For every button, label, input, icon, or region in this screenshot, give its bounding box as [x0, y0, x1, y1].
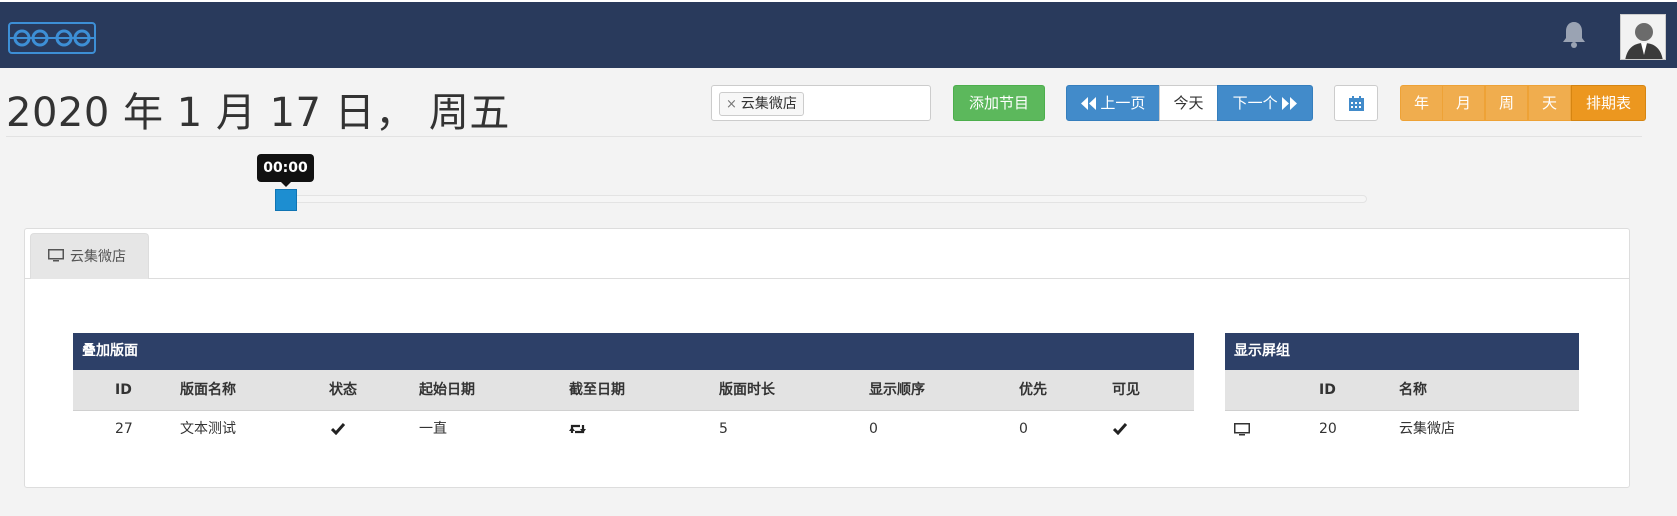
group-icon-cell [1234, 411, 1250, 447]
view-day-button[interactable]: 天 [1528, 85, 1571, 121]
column-header[interactable]: 可见 [1112, 370, 1140, 410]
display-groups-table-header: ID 名称 [1225, 370, 1579, 411]
page-title: 2020 年 1 月 17 日， 周五 [6, 90, 510, 136]
user-avatar[interactable] [1620, 14, 1666, 60]
group-name[interactable]: 云集微店 [1399, 411, 1455, 447]
visible-cell [1113, 411, 1127, 447]
header-divider [6, 136, 1642, 137]
remove-tag-button[interactable]: × [726, 97, 737, 112]
user-avatar-icon [1621, 15, 1665, 59]
layout-duration: 5 [719, 421, 728, 437]
to-date-cell [569, 411, 586, 447]
display-groups-table-title: 显示屏组 [1225, 333, 1579, 370]
display-order: 0 [869, 421, 878, 437]
view-week-button[interactable]: 周 [1485, 85, 1528, 121]
tab-display[interactable]: 云集微店 [30, 233, 149, 279]
xibo-logo[interactable] [8, 20, 96, 56]
view-schedule-button[interactable]: 排期表 [1571, 85, 1646, 121]
table-row[interactable]: 20 云集微店 [1225, 411, 1579, 447]
check-icon [331, 423, 345, 435]
table-row[interactable]: 27 文本测试 一直 5 0 0 [73, 411, 1194, 447]
bell-icon[interactable] [1561, 20, 1587, 48]
from-date: 一直 [419, 421, 447, 437]
time-slider-track[interactable] [275, 195, 1367, 203]
column-header[interactable]: 截至日期 [569, 370, 625, 410]
check-icon [1113, 423, 1127, 435]
double-left-arrow-icon [1080, 97, 1096, 110]
column-header[interactable]: 显示顺序 [869, 370, 925, 410]
top-navbar [0, 0, 1677, 68]
column-header[interactable]: 状态 [329, 370, 357, 410]
selected-display-tag: × 云集微店 [719, 92, 804, 116]
monitor-icon [1234, 422, 1250, 435]
layout-id: 27 [115, 421, 133, 437]
column-header[interactable]: 版面名称 [180, 370, 236, 410]
group-id: 20 [1319, 421, 1337, 437]
calendar-picker-button[interactable] [1334, 85, 1378, 121]
prev-page-button[interactable]: 上一页 [1066, 85, 1160, 121]
tab-divider [25, 278, 1629, 279]
double-right-arrow-icon [1282, 97, 1298, 110]
time-slider-tooltip: 00:00 [257, 154, 314, 182]
display-filter-input[interactable]: × 云集微店 [711, 85, 931, 121]
column-header[interactable]: ID [1319, 370, 1336, 410]
today-button[interactable]: 今天 [1159, 85, 1218, 121]
calendar-icon [1348, 96, 1364, 111]
view-year-button[interactable]: 年 [1400, 85, 1443, 121]
tooltip-arrow [281, 182, 291, 187]
next-page-button[interactable]: 下一个 [1217, 85, 1313, 121]
column-header[interactable]: 版面时长 [719, 370, 775, 410]
layout-name[interactable]: 文本测试 [180, 411, 236, 447]
layouts-table: 叠加版面 ID 版面名称 状态 起始日期 截至日期 版面时长 显示顺序 优先 可… [73, 333, 1194, 447]
column-header[interactable]: 起始日期 [419, 370, 475, 410]
column-header[interactable]: 名称 [1399, 370, 1427, 410]
time-slider-handle[interactable] [275, 189, 297, 211]
retweet-icon [569, 424, 586, 434]
prev-page-label: 上一页 [1100, 94, 1146, 112]
selected-display-tag-label: 云集微店 [740, 96, 797, 112]
next-page-label: 下一个 [1232, 94, 1278, 112]
add-event-button[interactable]: 添加节目 [953, 85, 1045, 121]
column-header[interactable]: ID [115, 370, 132, 410]
display-groups-table: 显示屏组 ID 名称 20 云集微店 [1225, 333, 1579, 447]
status-cell [331, 411, 345, 447]
layouts-table-title: 叠加版面 [73, 333, 1194, 370]
layouts-table-header: ID 版面名称 状态 起始日期 截至日期 版面时长 显示顺序 优先 可见 [73, 370, 1194, 411]
tab-display-label: 云集微店 [70, 249, 126, 265]
column-header[interactable]: 优先 [1019, 370, 1047, 410]
view-month-button[interactable]: 月 [1442, 85, 1485, 121]
priority: 0 [1019, 421, 1028, 437]
monitor-icon [48, 249, 64, 262]
